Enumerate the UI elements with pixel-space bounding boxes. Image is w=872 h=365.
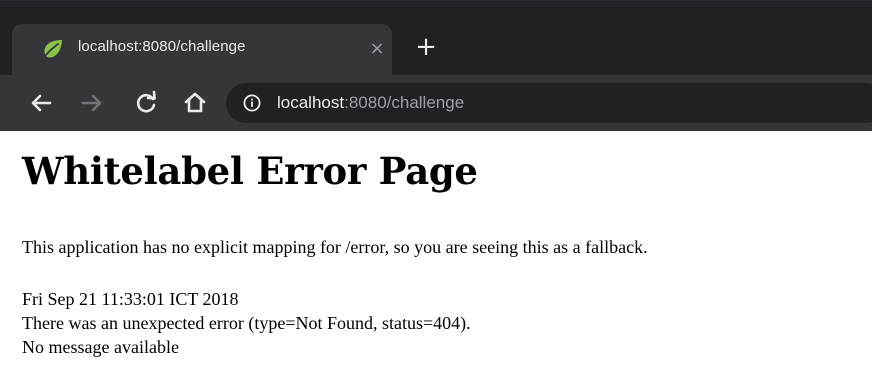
tab-close-icon[interactable]: × <box>364 36 390 62</box>
url-path: :8080/challenge <box>344 93 465 112</box>
address-bar[interactable]: localhost:8080/challenge <box>226 83 872 123</box>
back-button[interactable] <box>26 88 56 118</box>
tab-title: localhost:8080/challenge <box>78 38 246 55</box>
browser-toolbar: localhost:8080/challenge <box>0 75 872 131</box>
reload-button[interactable] <box>131 88 161 118</box>
browser-chrome: localhost:8080/challenge × + localhost:8… <box>0 0 872 131</box>
tab-strip: localhost:8080/challenge × + <box>0 0 872 75</box>
error-message: No message available <box>22 337 179 357</box>
home-icon <box>184 92 206 113</box>
forward-button[interactable] <box>77 88 107 118</box>
new-tab-button[interactable]: + <box>412 33 440 61</box>
intro-text: This application has no explicit mapping… <box>22 237 648 257</box>
window-controls-edge[interactable] <box>862 22 872 36</box>
forward-arrow-icon <box>81 94 102 112</box>
address-url[interactable]: localhost:8080/challenge <box>277 92 464 114</box>
error-description: There was an unexpected error (type=Not … <box>22 313 471 333</box>
page-title: Whitelabel Error Page <box>22 149 478 193</box>
url-host: localhost <box>277 93 345 112</box>
spring-leaf-icon <box>42 39 64 59</box>
error-timestamp: Fri Sep 21 11:33:01 ICT 2018 <box>22 289 239 309</box>
page-content: Whitelabel Error Page This application h… <box>0 131 872 365</box>
home-button[interactable] <box>180 88 210 118</box>
back-arrow-icon <box>31 94 52 112</box>
browser-tab[interactable]: localhost:8080/challenge × <box>12 24 392 75</box>
reload-icon <box>136 90 156 113</box>
info-icon[interactable] <box>243 94 261 112</box>
